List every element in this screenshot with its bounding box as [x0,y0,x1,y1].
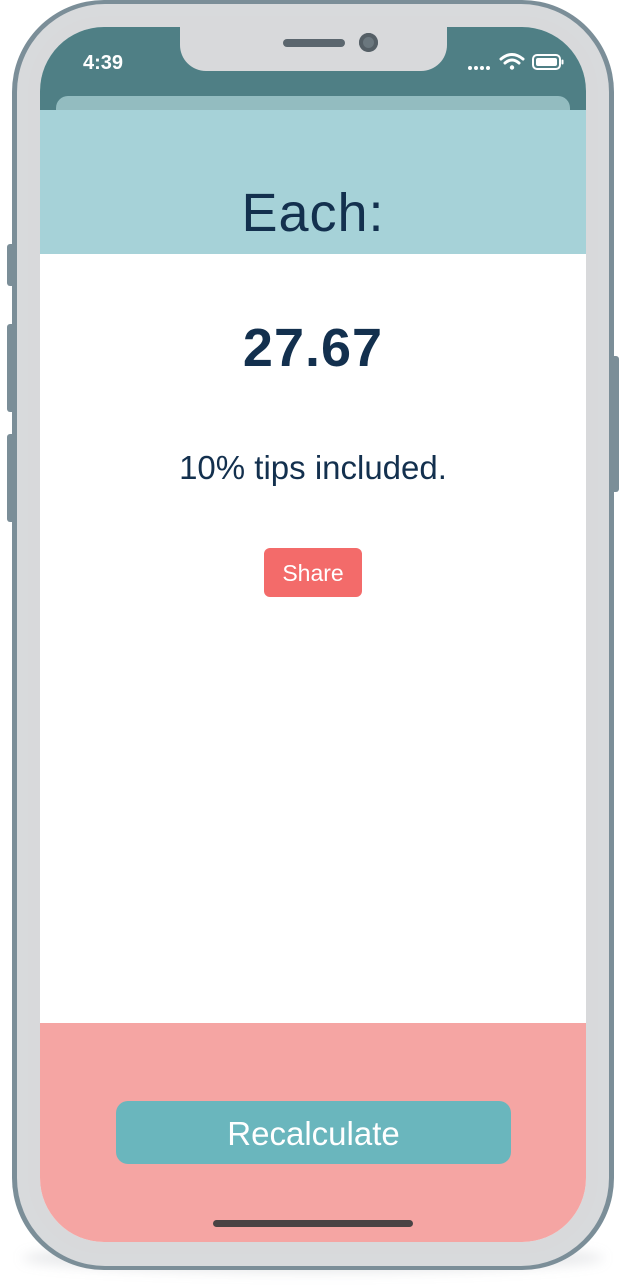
power-button [611,356,619,492]
status-icons [466,51,566,73]
recalculate-button[interactable]: Recalculate [116,1101,511,1164]
app-screen: 4:39 Each: 27.67 10% tips included. Shar… [40,27,586,1242]
speaker-grille [283,39,345,47]
volume-up-button [7,324,15,412]
front-camera [359,33,378,52]
battery-icon [532,54,564,70]
cellular-dots-icon [468,66,490,70]
per-person-amount: 27.67 [242,318,384,378]
tip-note: 10% tips included. [179,449,447,486]
footer: Recalculate [40,1023,586,1242]
header: Each: [40,110,586,254]
status-time: 4:39 [83,52,124,74]
silent-switch [7,244,15,286]
page-title: Each: [241,183,385,243]
device-notch [180,27,447,71]
home-indicator[interactable] [213,1220,413,1227]
volume-down-button [7,434,15,522]
wifi-icon [499,53,525,70]
share-button[interactable]: Share [264,548,362,597]
